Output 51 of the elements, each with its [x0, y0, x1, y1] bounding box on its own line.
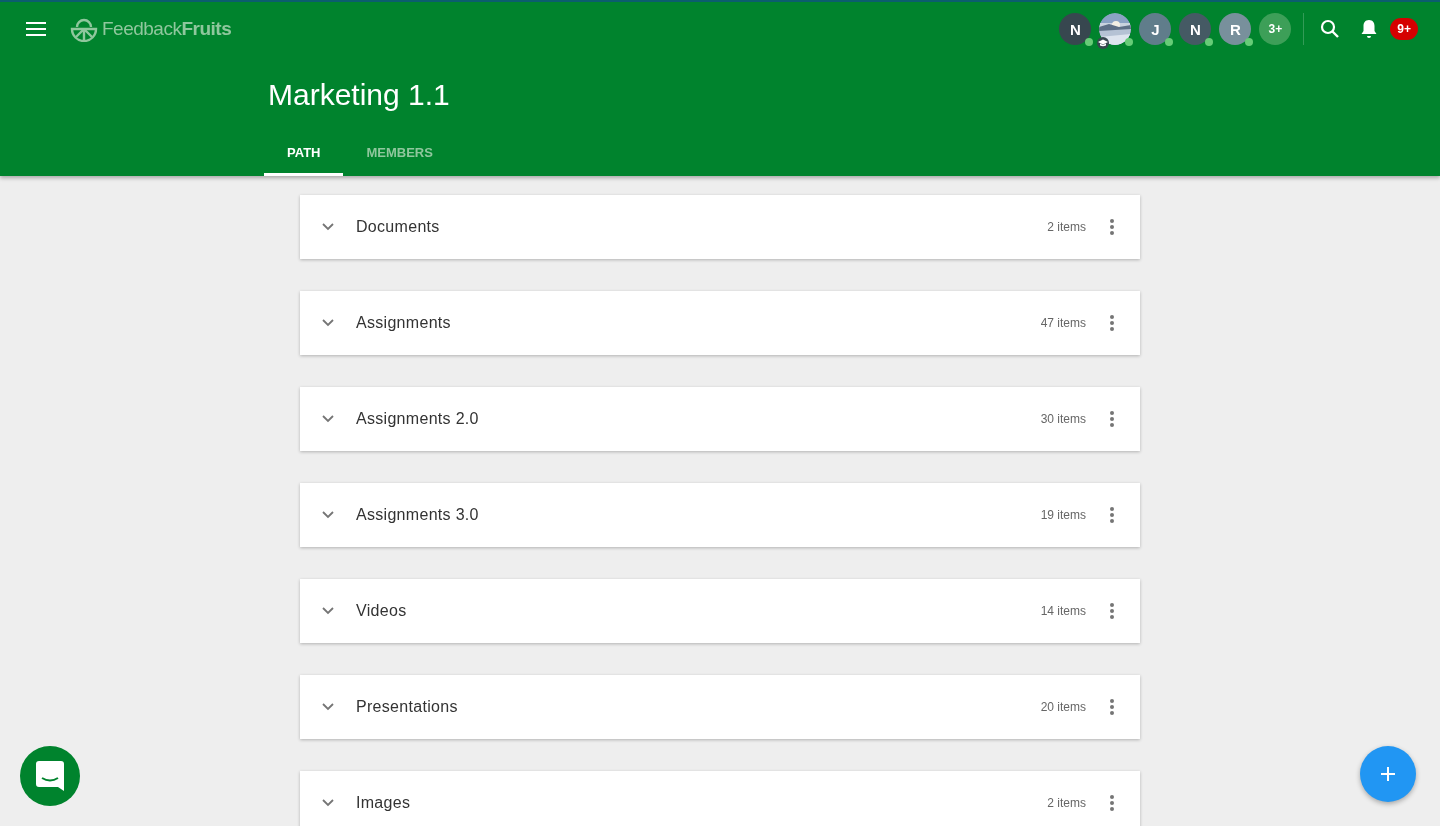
- tab[interactable]: PATH: [264, 133, 344, 176]
- section-title: Presentations: [356, 698, 458, 716]
- chat-button[interactable]: [20, 746, 80, 806]
- section-title: Assignments: [356, 314, 451, 332]
- member-avatar[interactable]: N: [1179, 13, 1212, 45]
- chevron-icon[interactable]: [322, 703, 334, 711]
- member-avatar[interactable]: N: [1059, 13, 1092, 45]
- section-title: Videos: [356, 602, 407, 620]
- section-title: Documents: [356, 218, 440, 236]
- section-title: Images: [356, 794, 411, 812]
- section-title: Assignments 3.0: [356, 506, 479, 524]
- chat-bubble-icon: [36, 761, 64, 791]
- section-card[interactable]: Videos 14 items: [300, 579, 1140, 643]
- search-icon[interactable]: [1320, 19, 1341, 39]
- item-count: 47 items: [1040, 316, 1086, 330]
- fruit-logo-icon: [70, 16, 98, 42]
- member-avatar[interactable]: J: [1139, 13, 1172, 45]
- more-options-icon[interactable]: [1110, 219, 1114, 235]
- more-options-icon[interactable]: [1110, 507, 1114, 523]
- item-count: 19 items: [1040, 508, 1086, 522]
- more-options-icon[interactable]: [1110, 315, 1114, 331]
- chevron-icon[interactable]: [322, 799, 334, 807]
- chevron-icon[interactable]: [322, 511, 334, 519]
- section-title: Assignments 2.0: [356, 410, 479, 428]
- more-options-icon[interactable]: [1110, 795, 1114, 811]
- member-avatar[interactable]: [1099, 13, 1132, 45]
- chevron-icon[interactable]: [322, 223, 334, 231]
- notification-badge[interactable]: 9+: [1390, 18, 1418, 40]
- section-card[interactable]: Presentations 20 items: [300, 675, 1140, 739]
- bell-icon[interactable]: [1360, 19, 1379, 39]
- section-card[interactable]: Assignments 3.0 19 items: [300, 483, 1140, 547]
- chevron-icon[interactable]: [322, 415, 334, 423]
- more-options-icon[interactable]: [1110, 603, 1114, 619]
- add-button[interactable]: [1360, 746, 1416, 802]
- more-options-icon[interactable]: [1110, 699, 1114, 715]
- section-card[interactable]: Assignments 47 items: [300, 291, 1140, 355]
- item-count: 14 items: [1040, 604, 1086, 618]
- menu-icon[interactable]: [26, 22, 46, 36]
- item-count: 30 items: [1040, 412, 1086, 426]
- item-count: 2 items: [1047, 220, 1086, 234]
- logo-text: FeedbackFruits: [102, 18, 232, 40]
- item-count: 2 items: [1047, 796, 1086, 810]
- course-title: Marketing 1.1: [268, 78, 451, 112]
- section-card[interactable]: Documents 2 items: [300, 195, 1140, 259]
- item-count: 20 items: [1040, 700, 1086, 714]
- chevron-icon[interactable]: [322, 607, 334, 615]
- plus-icon: [1380, 766, 1396, 782]
- more-options-icon[interactable]: [1110, 411, 1114, 427]
- chevron-icon[interactable]: [322, 319, 334, 327]
- section-card[interactable]: Assignments 2.0 30 items: [300, 387, 1140, 451]
- section-card[interactable]: Images 2 items: [300, 771, 1140, 826]
